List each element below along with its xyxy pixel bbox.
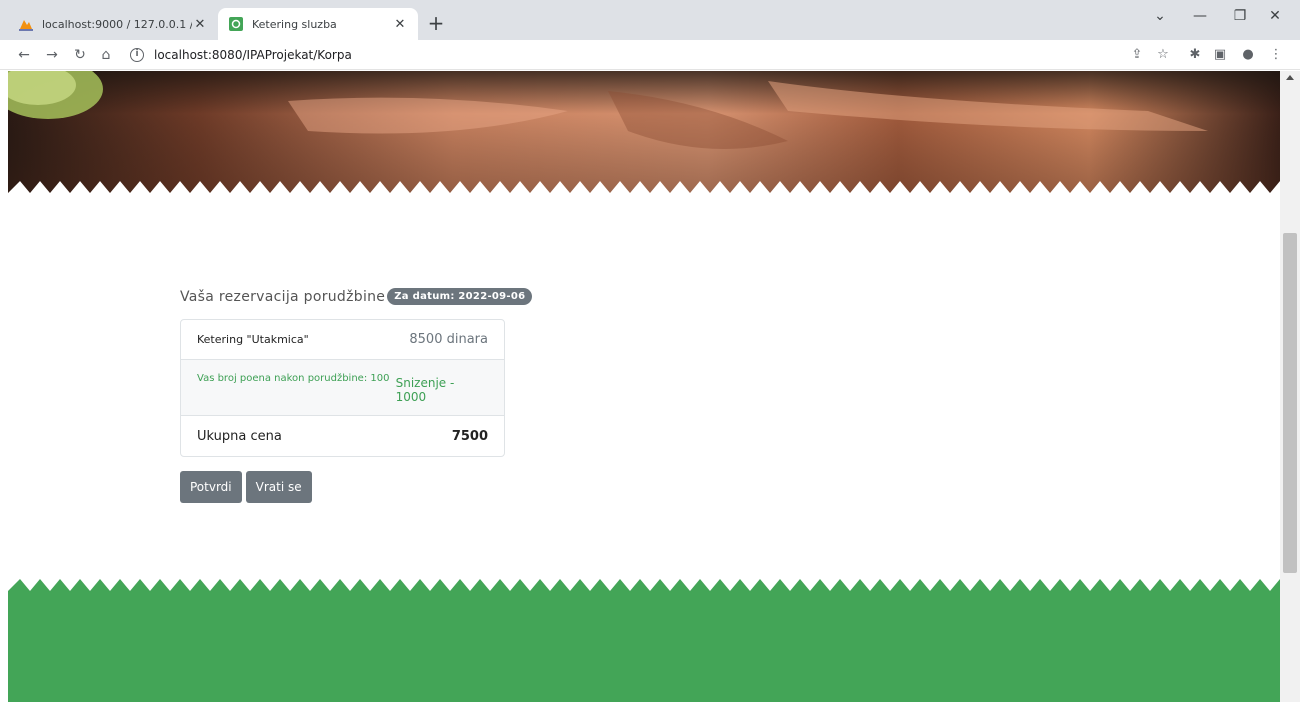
back-button[interactable]: Vrati se <box>245 471 312 503</box>
scrollbar-thumb[interactable] <box>1283 233 1297 573</box>
item-name: Ketering "Utakmica" <box>197 333 309 346</box>
page-scrollbar[interactable] <box>1280 71 1300 702</box>
action-buttons: Potvrdi Vrati se <box>180 471 312 503</box>
item-price: 8500 dinara <box>409 332 488 347</box>
new-tab-icon[interactable]: + <box>424 12 448 34</box>
hero-food-image <box>8 71 1280 193</box>
points-row: Vas broj poena nakon porudžbine: 100 Sni… <box>181 360 504 416</box>
reload-icon[interactable]: ↻ <box>70 45 90 65</box>
order-heading-text: Vaša rezervacija porudžbine <box>180 288 386 305</box>
order-summary-card: Ketering "Utakmica" 8500 dinara Vas broj… <box>180 319 505 457</box>
minimize-icon[interactable]: — <box>1180 8 1220 24</box>
side-panel-icon[interactable]: ▣ <box>1210 45 1230 65</box>
address-bar[interactable]: i localhost:8080/IPAProjekat/Korpa <box>130 44 352 66</box>
tab-search-icon[interactable]: ⌄ <box>1140 8 1180 24</box>
scroll-up-arrow-icon[interactable] <box>1286 75 1294 80</box>
points-label: Vas broj poena nakon porudžbine: 100 <box>197 373 390 384</box>
tab-ketering[interactable]: Ketering sluzba ✕ <box>218 8 418 40</box>
home-icon[interactable]: ⌂ <box>96 45 116 65</box>
url-text: localhost:8080/IPAProjekat/Korpa <box>154 48 352 62</box>
window-close-icon[interactable]: ✕ <box>1255 8 1295 24</box>
close-icon[interactable]: ✕ <box>392 17 408 32</box>
close-icon[interactable]: ✕ <box>192 17 208 32</box>
menu-icon[interactable]: ⋮ <box>1266 45 1286 65</box>
extensions-icon[interactable]: ✱ <box>1185 45 1205 65</box>
tab-title: localhost:9000 / 127.0.0.1 / keter <box>42 17 192 31</box>
page-viewport: Vaša rezervacija porudžbine Za datum: 20… <box>0 71 1280 702</box>
tab-phpmyadmin[interactable]: localhost:9000 / 127.0.0.1 / keter ✕ <box>8 8 218 40</box>
share-icon[interactable]: ⇪ <box>1127 45 1147 65</box>
order-heading: Vaša rezervacija porudžbine Za datum: 20… <box>180 288 533 305</box>
ketering-favicon-icon <box>229 17 243 31</box>
restore-icon[interactable]: ❐ <box>1220 8 1260 24</box>
discount-value: Snizenje - 1000 <box>395 376 455 404</box>
confirm-button[interactable]: Potvrdi <box>180 471 242 503</box>
date-badge: Za datum: 2022-09-06 <box>387 288 533 305</box>
back-arrow-icon[interactable]: ← <box>14 45 34 65</box>
tab-title: Ketering sluzba <box>252 17 337 31</box>
phpmyadmin-icon <box>19 20 33 31</box>
total-value: 7500 <box>451 428 488 444</box>
profile-icon[interactable]: ● <box>1238 45 1258 65</box>
browser-tab-bar: localhost:9000 / 127.0.0.1 / keter ✕ Ket… <box>0 0 1300 40</box>
info-icon[interactable]: i <box>130 48 144 62</box>
total-label: Ukupna cena <box>197 428 282 444</box>
forward-arrow-icon[interactable]: → <box>42 45 62 65</box>
list-item: Ketering "Utakmica" 8500 dinara <box>181 320 504 360</box>
bookmark-star-icon[interactable]: ☆ <box>1153 45 1173 65</box>
browser-toolbar: ← → ↻ ⌂ i localhost:8080/IPAProjekat/Kor… <box>0 40 1300 70</box>
footer-green-band <box>8 579 1280 702</box>
total-row: Ukupna cena 7500 <box>181 416 504 456</box>
